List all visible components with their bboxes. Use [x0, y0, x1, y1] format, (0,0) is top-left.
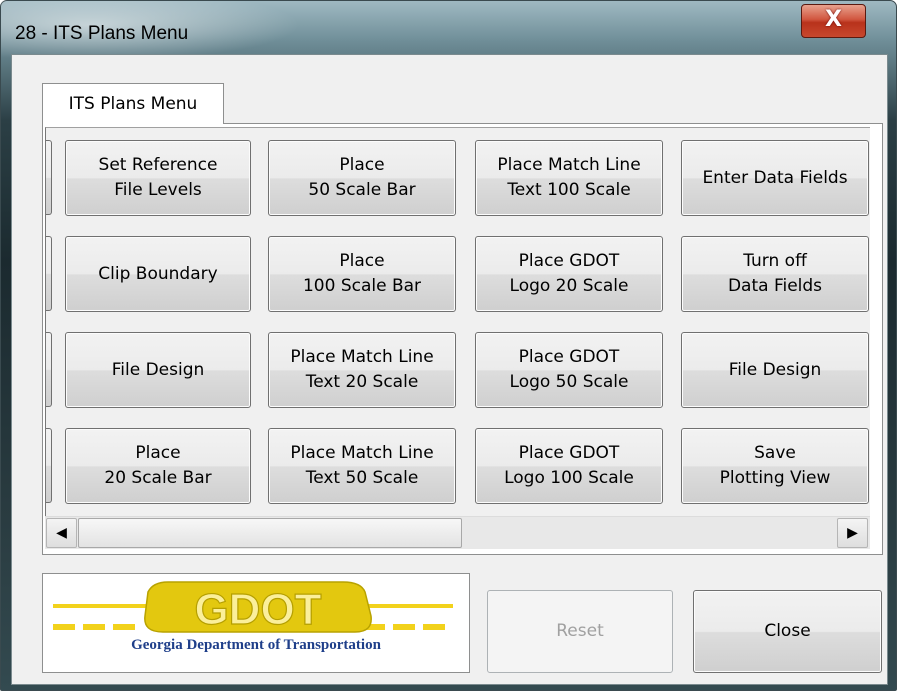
- set-reference-file-levels-button[interactable]: Set Reference File Levels: [65, 140, 251, 216]
- place-gdot-logo-50-scale-button[interactable]: Place GDOT Logo 50 Scale: [475, 332, 663, 408]
- place-20-scale-bar-button[interactable]: Place 20 Scale Bar: [65, 428, 251, 504]
- horizontal-scrollbar[interactable]: ◀ ▶: [45, 516, 870, 549]
- place-match-line-text-20-scale-button[interactable]: Place Match Line Text 20 Scale: [268, 332, 456, 408]
- place-match-line-text-50-scale-button[interactable]: Place Match Line Text 50 Scale: [268, 428, 456, 504]
- window-close-button[interactable]: X: [801, 4, 866, 38]
- clipped-button[interactable]: [46, 236, 52, 311]
- gdot-logo: GDOT Georgia Department of Transportatio…: [42, 573, 470, 673]
- tab-its-plans-menu[interactable]: ITS Plans Menu: [42, 83, 224, 124]
- gdot-logo-graphic: GDOT: [53, 581, 453, 635]
- logo-wordmark: GDOT: [194, 585, 321, 634]
- file-design-button-2[interactable]: File Design: [681, 332, 869, 408]
- place-match-line-text-100-scale-button[interactable]: Place Match Line Text 100 Scale: [475, 140, 663, 216]
- place-gdot-logo-100-scale-button[interactable]: Place GDOT Logo 100 Scale: [475, 428, 663, 504]
- turn-off-data-fields-button[interactable]: Turn off Data Fields: [681, 236, 869, 312]
- dialog-body: ITS Plans Menu Set Reference File Levels…: [11, 54, 888, 685]
- scroll-right-arrow-icon[interactable]: ▶: [837, 518, 868, 548]
- window-title: 28 - ITS Plans Menu: [15, 23, 189, 44]
- enter-data-fields-button[interactable]: Enter Data Fields: [681, 140, 869, 216]
- close-button[interactable]: Close: [693, 590, 882, 673]
- logo-caption: Georgia Department of Transportation: [131, 637, 381, 653]
- save-plotting-view-button[interactable]: Save Plotting View: [681, 428, 869, 504]
- place-100-scale-bar-button[interactable]: Place 100 Scale Bar: [268, 236, 456, 312]
- clipped-button[interactable]: [46, 140, 52, 215]
- clipped-button[interactable]: [46, 428, 52, 503]
- scrollbar-thumb[interactable]: [78, 518, 462, 548]
- reset-button[interactable]: Reset: [487, 590, 673, 673]
- clipped-button[interactable]: [46, 332, 52, 407]
- place-gdot-logo-20-scale-button[interactable]: Place GDOT Logo 20 Scale: [475, 236, 663, 312]
- place-50-scale-bar-button[interactable]: Place 50 Scale Bar: [268, 140, 456, 216]
- dialog-window: 28 - ITS Plans Menu X ITS Plans Menu Set…: [0, 0, 897, 691]
- clip-boundary-button[interactable]: Clip Boundary: [65, 236, 251, 312]
- scroll-left-arrow-icon[interactable]: ◀: [46, 518, 77, 548]
- file-design-button[interactable]: File Design: [65, 332, 251, 408]
- button-scroll-area: Set Reference File Levels Place 50 Scale…: [45, 127, 870, 549]
